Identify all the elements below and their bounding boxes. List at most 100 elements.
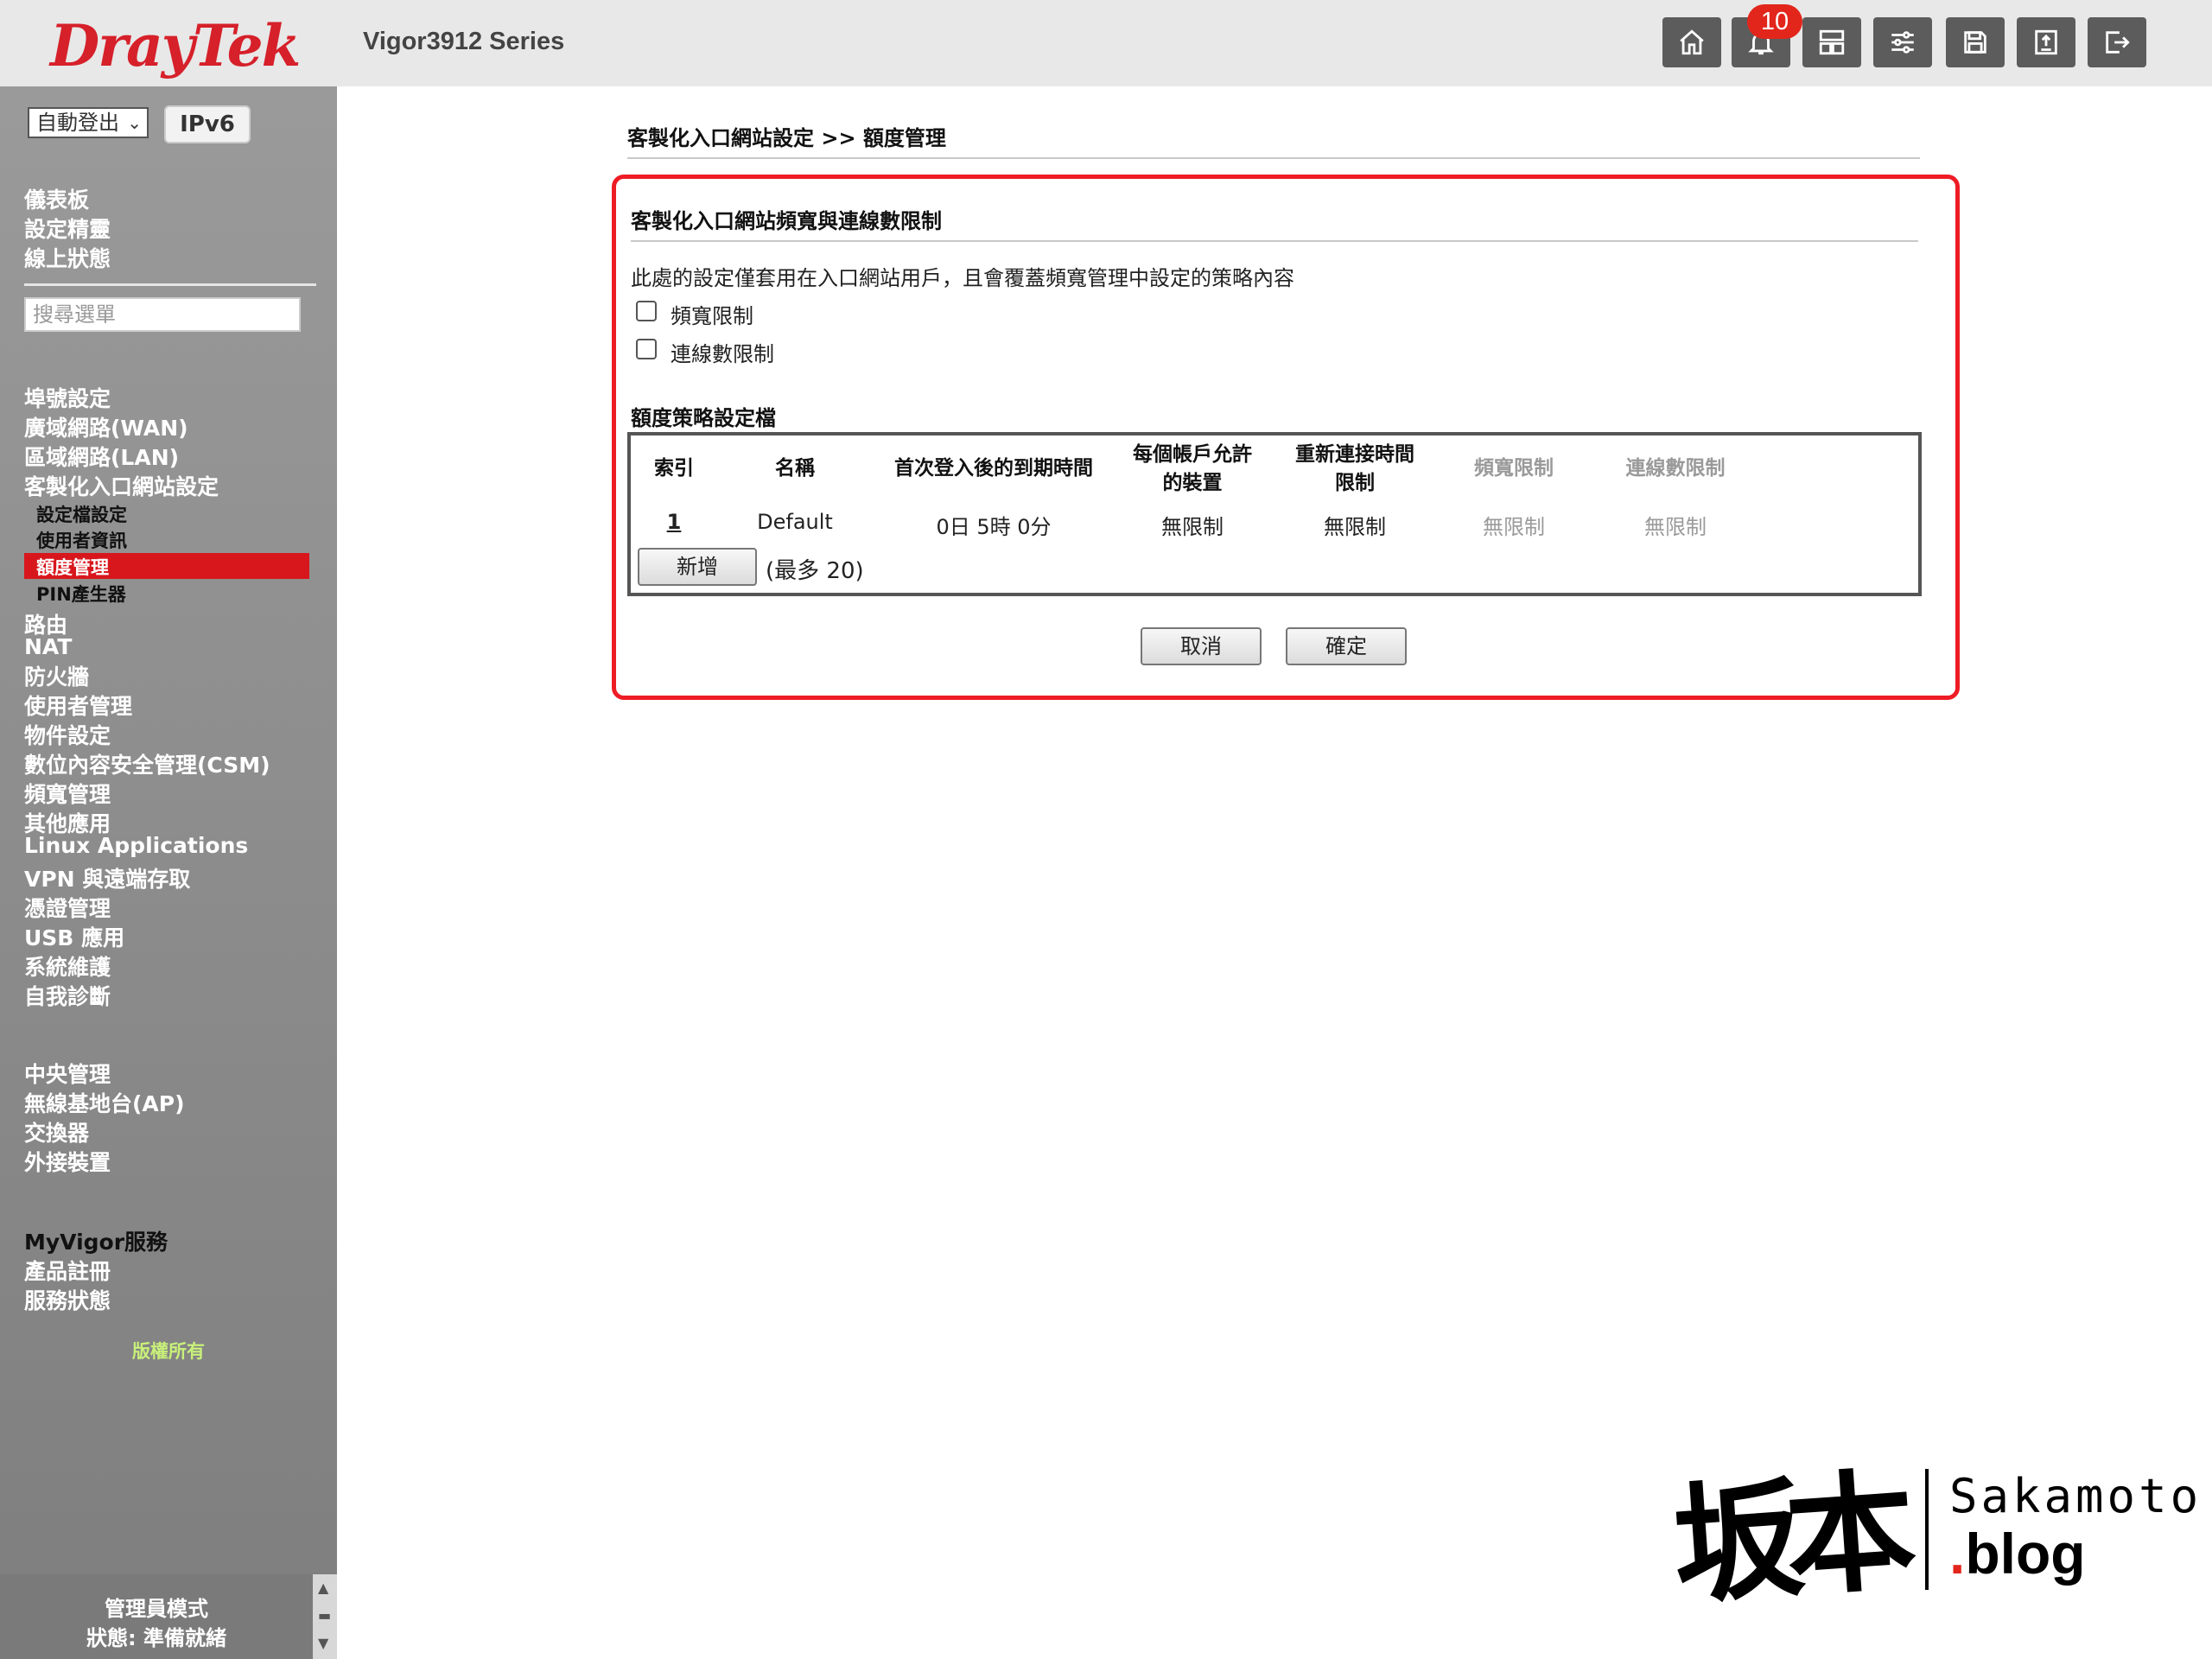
profile-section-title: 額度策略設定檔 [631, 406, 776, 430]
copyright-link[interactable]: 版權所有 [0, 1338, 337, 1363]
watermark-name: Sakamoto [1949, 1469, 2202, 1523]
nav-central-management[interactable]: 中央管理 [24, 1058, 111, 1089]
nav-online-status[interactable]: 線上狀態 [24, 242, 111, 273]
row-bandwidth: 無限制 [1483, 515, 1545, 539]
nav-port-setup[interactable]: 埠號設定 [24, 382, 111, 413]
sliders-icon [1891, 31, 1914, 54]
session-limit-label: 連線數限制 [671, 342, 774, 366]
nav-product-registration[interactable]: 產品註冊 [24, 1255, 111, 1286]
nav-vpn[interactable]: VPN 與遠端存取 [24, 862, 190, 893]
row-reconnect: 無限制 [1324, 515, 1386, 539]
auto-logout-value: 自動登出 [36, 111, 119, 135]
col-header-expiry: 首次登入後的到期時間 [894, 457, 1093, 480]
nav-quota-label: 額度管理 [36, 557, 109, 578]
col-header-reconnect: 重新連接時間 限制 [1275, 441, 1434, 498]
nav-firewall[interactable]: 防火牆 [24, 660, 89, 691]
logout-icon [2106, 31, 2130, 54]
sidebar: 自動登出 ⌄ IPv6 儀表板 設定精靈 線上狀態 搜尋選單 埠號設定 廣域網路… [0, 86, 337, 1659]
nav-objects[interactable]: 物件設定 [24, 719, 111, 750]
nav-maintenance[interactable]: 系統維護 [24, 950, 111, 982]
row-name: Default [757, 510, 833, 534]
sidebar-scrollbar[interactable]: ▲ ▬ ▼ [313, 1574, 337, 1659]
status-text: 狀態: 準備就緒 [86, 1626, 226, 1650]
ok-button[interactable]: 確定 [1286, 627, 1407, 665]
notification-badge: 10 [1747, 4, 1802, 39]
logout-button[interactable] [2088, 17, 2146, 67]
col-header-bandwidth: 頻寬限制 [1474, 457, 1554, 480]
col-header-devices-line1: 每個帳戶允許 [1133, 443, 1252, 466]
nav-pin-generator[interactable]: PIN產生器 [36, 581, 126, 607]
col-header-devices-line2: 的裝置 [1162, 472, 1223, 494]
scroll-handle-icon[interactable]: ▬ [318, 1607, 331, 1624]
nav-switch[interactable]: 交換器 [24, 1116, 89, 1147]
breadcrumb: 客製化入口網站設定 >> 額度管理 [627, 126, 946, 150]
nav-lan[interactable]: 區域網路(LAN) [24, 441, 179, 472]
watermark-kanji-logo: 坂本 [1669, 1455, 1904, 1623]
nav-certificates[interactable]: 憑證管理 [24, 892, 111, 923]
save-icon [1964, 31, 1986, 54]
home-icon [1680, 29, 1704, 55]
nav-wizard[interactable]: 設定精靈 [24, 213, 111, 244]
max-profiles-note: (最多 20) [766, 558, 864, 584]
layout-icon [1819, 29, 1845, 55]
search-menu-input[interactable]: 搜尋選單 [24, 297, 301, 332]
bandwidth-limit-checkbox[interactable] [636, 301, 657, 321]
row-sessions: 無限制 [1644, 515, 1707, 539]
save-button[interactable] [1946, 17, 2005, 67]
cancel-button[interactable]: 取消 [1141, 627, 1262, 665]
nav-user-management[interactable]: 使用者管理 [24, 690, 132, 721]
model-name: Vigor3912 Series [363, 28, 565, 55]
watermark-blog-text: blog [1965, 1522, 2086, 1586]
nav-dashboard[interactable]: 儀表板 [24, 183, 89, 214]
session-limit-checkbox[interactable] [636, 339, 657, 359]
ipv6-text: IPv6 [180, 111, 235, 137]
auto-logout-select[interactable]: 自動登出 ⌄ [28, 107, 149, 138]
nav-quota-management[interactable]: 額度管理 [24, 553, 309, 579]
ipv6-badge[interactable]: IPv6 [164, 105, 251, 143]
draytek-logo[interactable]: DrayTek [50, 12, 301, 79]
nav-csm[interactable]: 數位內容安全管理(CSM) [24, 748, 270, 779]
nav-external-devices[interactable]: 外接裝置 [24, 1146, 111, 1177]
col-header-name: 名稱 [775, 457, 815, 480]
nav-ap[interactable]: 無線基地台(AP) [24, 1087, 185, 1118]
settings-button[interactable] [1873, 17, 1932, 67]
row-devices: 無限制 [1161, 515, 1224, 539]
nav-captive-portal[interactable]: 客製化入口網站設定 [24, 470, 219, 501]
watermark-dot: . [1949, 1522, 1966, 1586]
home-button[interactable] [1662, 17, 1721, 67]
table-row: 1 [639, 510, 709, 534]
scroll-up-icon[interactable]: ▲ [318, 1580, 328, 1596]
row-expiry: 0日 5時 0分 [936, 515, 1052, 539]
nav-profile-setup[interactable]: 設定檔設定 [36, 501, 127, 527]
layout-button[interactable] [1802, 17, 1861, 67]
col-header-reconnect-line1: 重新連接時間 [1295, 443, 1414, 466]
col-header-devices: 每個帳戶允許 的裝置 [1115, 441, 1270, 498]
nav-user-info[interactable]: 使用者資訊 [36, 527, 127, 553]
nav-nat[interactable]: NAT [24, 634, 72, 659]
top-header: DrayTek Vigor3912 Series 10 [0, 0, 2212, 86]
row-index-link[interactable]: 1 [667, 510, 682, 534]
col-header-sessions: 連線數限制 [1625, 457, 1726, 480]
bandwidth-limit-label: 頻寬限制 [671, 304, 753, 328]
breadcrumb-divider [627, 157, 1920, 159]
watermark-blog: .blog [1949, 1521, 2086, 1586]
status-box: 管理員模式 狀態: 準備就緒 [0, 1574, 313, 1659]
section-description: 此處的設定僅套用在入口網站用戶，且會覆蓋頻寬管理中設定的策略內容 [631, 266, 1294, 290]
nav-linux-apps[interactable]: Linux Applications [24, 833, 248, 858]
upload-icon [2035, 29, 2057, 55]
section-divider [631, 240, 1918, 242]
col-header-index: 索引 [654, 457, 694, 480]
watermark-divider [1925, 1469, 1929, 1590]
add-profile-button[interactable]: 新增 [638, 548, 757, 586]
nav-bandwidth[interactable]: 頻寬管理 [24, 778, 111, 809]
chevron-down-icon: ⌄ [127, 112, 142, 133]
nav-service-status[interactable]: 服務狀態 [24, 1284, 111, 1315]
nav-diagnostics[interactable]: 自我診斷 [24, 980, 111, 1011]
nav-wan[interactable]: 廣域網路(WAN) [24, 411, 188, 442]
backup-button[interactable] [2017, 17, 2075, 67]
col-header-reconnect-line2: 限制 [1335, 472, 1375, 494]
sidebar-divider [24, 283, 316, 286]
scroll-down-icon[interactable]: ▼ [318, 1635, 328, 1651]
nav-myvigor[interactable]: MyVigor服務 [24, 1225, 168, 1256]
nav-usb[interactable]: USB 應用 [24, 921, 124, 952]
